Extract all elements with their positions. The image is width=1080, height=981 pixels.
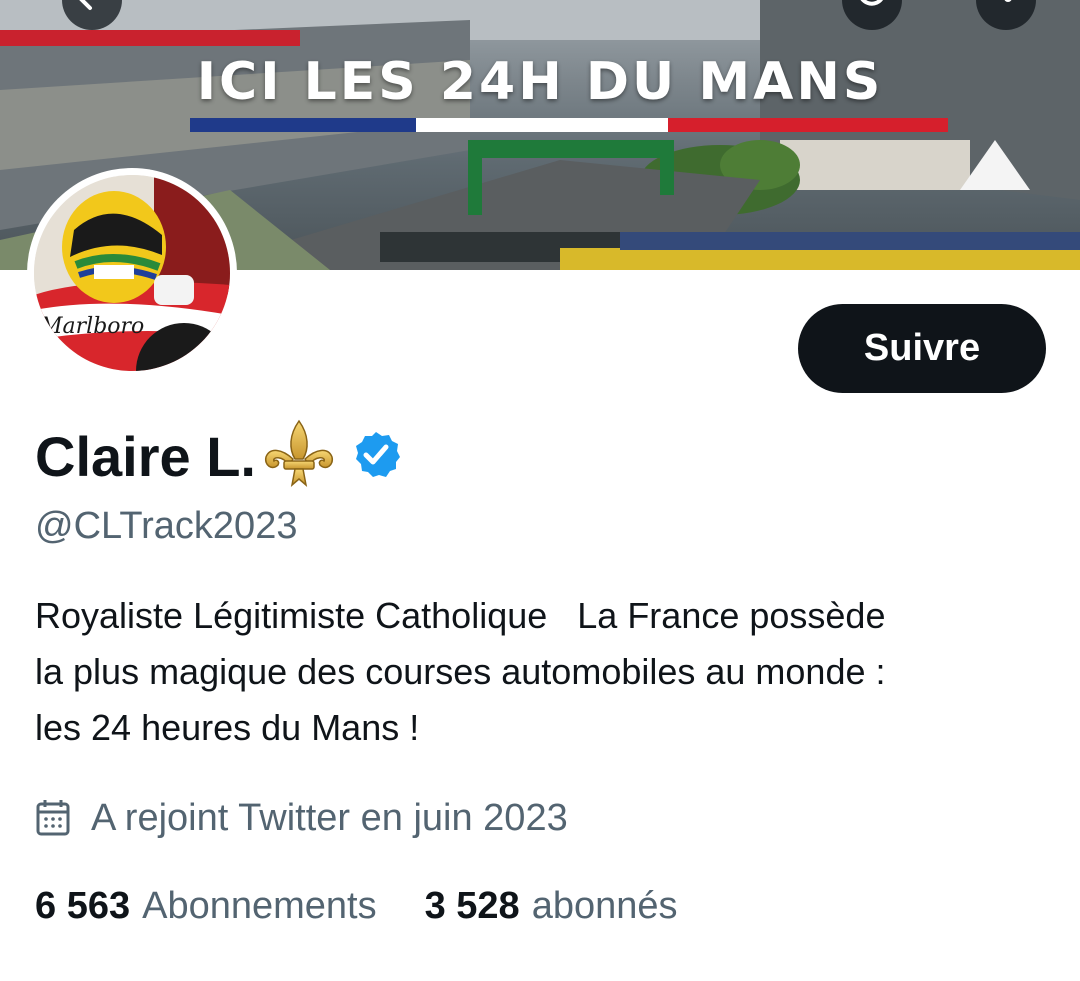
following-label: Abonnements <box>142 884 377 927</box>
followers-label: abonnés <box>531 884 678 927</box>
banner-stripe-white <box>416 118 668 132</box>
avatar-image: Marlboro <box>34 175 230 371</box>
palestine-flag-icon <box>577 711 623 741</box>
follow-button[interactable]: Suivre <box>798 304 1046 393</box>
banner-stripe-blue <box>190 118 416 132</box>
following-count: 6 563 <box>35 884 131 927</box>
back-arrow-icon <box>79 0 92 10</box>
verified-badge-icon[interactable] <box>352 430 400 483</box>
followers-count: 3 528 <box>424 884 520 927</box>
profile-bio: Royaliste Légitimiste Catholique La Fran… <box>35 588 1055 756</box>
iran-flag-icon <box>673 711 719 741</box>
join-date-text: A rejoint Twitter en juin 2023 <box>91 796 568 839</box>
banner-title: ICI LES 24H DU MANS <box>196 52 884 112</box>
france-flag-icon <box>433 711 479 741</box>
bio-line-3-text: les 24 heures du Mans ! <box>35 707 420 748</box>
join-date: A rejoint Twitter en juin 2023 <box>35 793 568 843</box>
bio-line-1: Royaliste Légitimiste Catholique La Fran… <box>35 595 886 636</box>
serbia-flag-icon <box>529 711 575 741</box>
profile-name-row: Claire L. <box>35 418 400 494</box>
banner-stripe-red <box>668 118 948 132</box>
search-icon <box>860 0 883 6</box>
turkey-flag-icon <box>625 711 671 741</box>
profile-stats: 6 563 Abonnements 3 528 abonnés <box>35 880 678 932</box>
calendar-icon <box>36 800 70 836</box>
bio-line-2: la plus magique des courses automobiles … <box>35 651 886 692</box>
svg-text:Marlboro: Marlboro <box>39 314 144 339</box>
more-vertical-icon <box>1004 0 1012 2</box>
russia-flag-icon <box>481 711 527 741</box>
fleur-de-lis-icon <box>262 419 336 494</box>
followers-link[interactable]: 3 528 abonnés <box>425 885 678 928</box>
profile-avatar[interactable]: Marlboro <box>27 168 237 378</box>
display-name: Claire L. <box>35 424 256 488</box>
following-link[interactable]: 6 563 Abonnements <box>35 885 377 928</box>
bio-flags <box>433 711 767 741</box>
profile-handle: @CLTrack2023 <box>35 505 298 547</box>
bio-line-3: les 24 heures du Mans ! <box>35 700 1055 756</box>
syria-flag-icon <box>721 711 767 741</box>
